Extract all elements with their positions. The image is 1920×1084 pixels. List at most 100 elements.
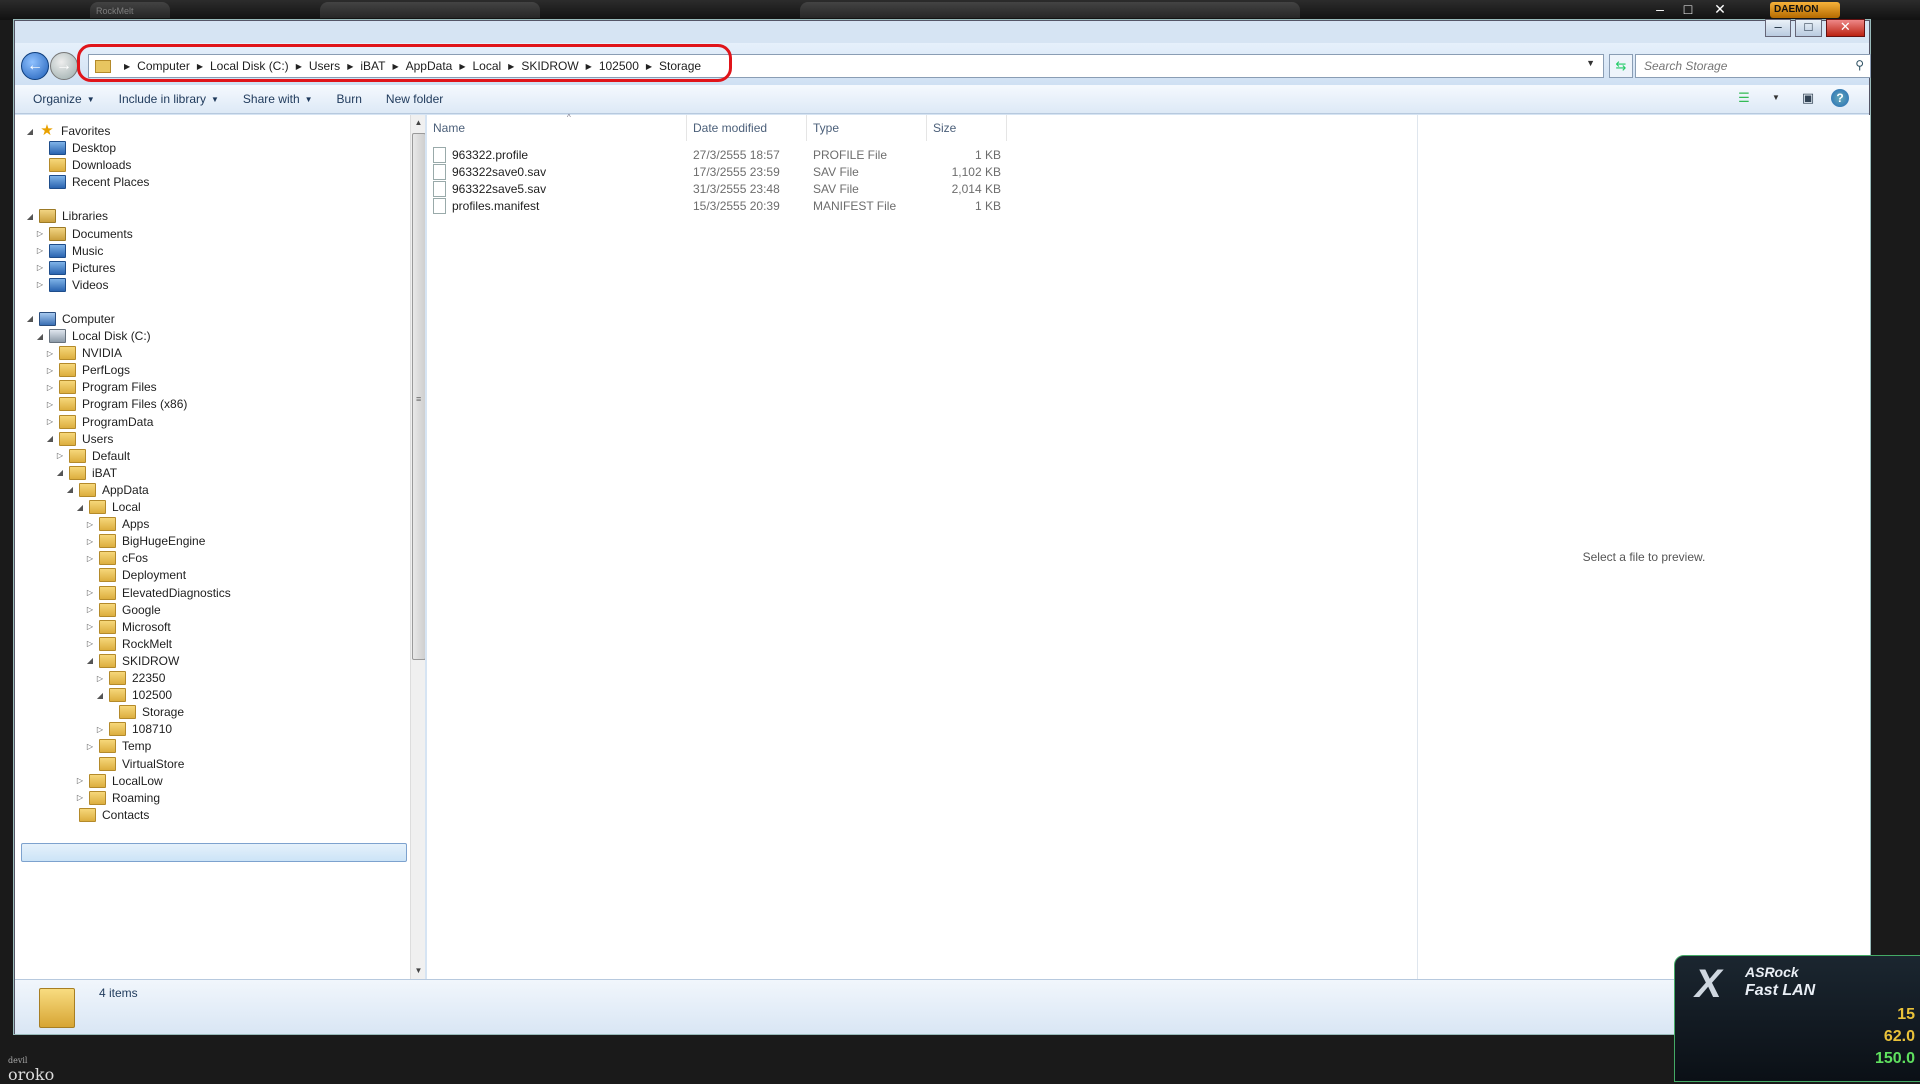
new-folder-button[interactable]: New folder [374, 92, 455, 106]
collapsed-arrow-icon[interactable]: ▷ [85, 639, 95, 648]
breadcrumb-arrow-icon[interactable]: ▶ [646, 62, 652, 71]
preview-message: Select a file to preview. [1582, 550, 1706, 564]
collapsed-arrow-icon[interactable]: ▷ [85, 537, 95, 546]
collapsed-arrow-icon[interactable]: ▷ [35, 263, 45, 272]
search-input[interactable] [1642, 55, 1846, 77]
view-dropdown-icon[interactable]: ▼ [1767, 89, 1785, 107]
expanded-arrow-icon[interactable]: ◢ [65, 485, 75, 494]
folder-icon [99, 653, 116, 668]
expanded-arrow-icon[interactable]: ◢ [75, 503, 85, 512]
breadcrumb-arrow-icon[interactable]: ▶ [296, 62, 302, 71]
collapsed-arrow-icon[interactable]: ▷ [75, 776, 85, 785]
maximize-button[interactable]: □ [1795, 19, 1822, 37]
collapsed-arrow-icon[interactable]: ▷ [45, 383, 55, 392]
expanded-arrow-icon[interactable]: ◢ [25, 127, 35, 136]
collapsed-arrow-icon[interactable]: ▷ [85, 554, 95, 563]
include-in-library-button[interactable]: Include in library ▼ [107, 92, 231, 106]
scroll-up-icon[interactable]: ▲ [411, 115, 425, 131]
organize-button[interactable]: Organize ▼ [15, 92, 107, 106]
nav-item-label: Computer [62, 311, 115, 326]
breadcrumb-arrow-icon[interactable]: ▶ [124, 62, 130, 71]
scroll-thumb[interactable]: ≡ [412, 133, 425, 660]
file-row[interactable]: profiles.manifest 15/3/2555 20:39 MANIFEST… [427, 196, 1007, 216]
breadcrumb-item[interactable]: Local Disk (C:) ▶ [210, 59, 309, 73]
collapsed-arrow-icon[interactable]: ▷ [85, 622, 95, 631]
search-icon[interactable]: ⚲ [1855, 58, 1864, 72]
refresh-button[interactable]: ⇆ [1609, 54, 1633, 78]
background-tab[interactable] [320, 2, 540, 18]
collapsed-arrow-icon[interactable]: ▷ [85, 588, 95, 597]
collapsed-arrow-icon[interactable]: ▷ [35, 280, 45, 289]
help-icon[interactable]: ? [1831, 89, 1849, 107]
nav-scrollbar[interactable]: ▲ ≡ ▼ [410, 115, 425, 979]
expanded-arrow-icon[interactable]: ◢ [35, 332, 45, 341]
expanded-arrow-icon[interactable]: ◢ [25, 314, 35, 323]
folder-icon [79, 482, 96, 497]
collapsed-arrow-icon[interactable]: ▷ [85, 520, 95, 529]
nav-item[interactable]: Recent Places [35, 172, 149, 192]
breadcrumb-arrow-icon[interactable]: ▶ [392, 62, 398, 71]
minimize-button[interactable]: – [1765, 19, 1792, 37]
folder-icon [89, 500, 106, 514]
address-bar[interactable]: ▶ Computer ▶ Local Disk (C:) ▶ Users ▶ iBAT ▶ Ap… [88, 54, 1604, 78]
scroll-down-icon[interactable]: ▼ [411, 963, 425, 979]
collapsed-arrow-icon[interactable]: ▷ [45, 349, 55, 358]
daemon-tools-badge[interactable]: DAEMON [1770, 2, 1840, 18]
folder-icon [59, 414, 76, 429]
breadcrumb-item[interactable]: Users ▶ [309, 59, 361, 73]
collapsed-arrow-icon[interactable]: ▷ [55, 451, 65, 460]
column-header-size[interactable]: Size [927, 115, 1007, 141]
breadcrumb-arrow-icon[interactable]: ▶ [508, 62, 514, 71]
change-view-icon[interactable]: ☰ [1735, 89, 1753, 107]
collapsed-arrow-icon[interactable]: ▷ [45, 417, 55, 426]
column-header-name[interactable]: Name ^ [427, 113, 687, 141]
share-with-button[interactable]: Share with ▼ [231, 92, 325, 106]
breadcrumb-item[interactable]: 102500 ▶ [599, 59, 659, 73]
nav-item-label: ProgramData [82, 414, 154, 429]
breadcrumb-arrow-icon[interactable]: ▶ [459, 62, 465, 71]
breadcrumb-item[interactable]: Local ▶ [472, 59, 521, 73]
column-type-label: Type [813, 121, 840, 135]
breadcrumb-arrow-icon[interactable]: ▶ [347, 62, 353, 71]
address-dropdown-icon[interactable]: ▼ [1586, 58, 1595, 68]
column-header-date[interactable]: Date modified [687, 115, 807, 141]
collapsed-arrow-icon[interactable]: ▷ [85, 605, 95, 614]
collapsed-arrow-icon[interactable]: ▷ [85, 742, 95, 751]
preview-pane-icon[interactable]: ▣ [1799, 89, 1817, 107]
breadcrumb-item[interactable]: AppData ▶ [406, 59, 473, 73]
collapsed-arrow-icon[interactable]: ▷ [35, 229, 45, 238]
background-tab[interactable] [800, 2, 1300, 18]
forward-button[interactable]: → [50, 52, 78, 80]
collapsed-arrow-icon[interactable]: ▷ [45, 400, 55, 409]
expanded-arrow-icon[interactable]: ◢ [55, 468, 65, 477]
expanded-arrow-icon[interactable]: ◢ [85, 656, 95, 665]
collapsed-arrow-icon[interactable]: ▷ [35, 246, 45, 255]
breadcrumb-item[interactable]: iBAT ▶ [360, 59, 405, 73]
breadcrumb-arrow-icon[interactable]: ▶ [197, 62, 203, 71]
collapsed-arrow-icon[interactable]: ▷ [95, 725, 105, 734]
file-date-text: 27/3/2555 18:57 [693, 148, 780, 162]
background-tab[interactable]: RockMelt [90, 2, 170, 18]
collapsed-arrow-icon[interactable]: ▷ [75, 793, 85, 802]
column-header-type[interactable]: Type [807, 115, 927, 141]
collapsed-arrow-icon[interactable]: ▷ [45, 366, 55, 375]
expanded-arrow-icon[interactable]: ◢ [25, 212, 35, 221]
breadcrumb-item[interactable]: SKIDROW ▶ [521, 59, 599, 73]
asrock-readout: 62.0 [1883, 1028, 1915, 1045]
folder-icon [59, 346, 76, 361]
nav-item[interactable]: Contacts [65, 805, 149, 825]
nav-item-label: Local Disk (C:) [72, 329, 151, 343]
collapsed-arrow-icon[interactable]: ▷ [95, 674, 105, 683]
outer-close-icon[interactable]: ✕ [1700, 0, 1740, 18]
burn-button[interactable]: Burn [325, 92, 374, 106]
expanded-arrow-icon[interactable]: ◢ [45, 434, 55, 443]
asrock-xfast-lan-widget[interactable]: X ASRock Fast LAN 15 62.0 150.0 [1674, 955, 1920, 1082]
file-size: 1 KB [927, 196, 1001, 216]
expanded-arrow-icon[interactable]: ◢ [95, 691, 105, 700]
back-button[interactable]: ← [21, 52, 49, 80]
nav-item[interactable]: ▷ Videos [35, 275, 108, 295]
close-button[interactable]: ✕ [1825, 19, 1865, 37]
breadcrumb-item[interactable]: Computer ▶ [137, 59, 210, 73]
breadcrumb-arrow-icon[interactable]: ▶ [586, 62, 592, 71]
breadcrumb-item[interactable]: Storage [659, 59, 701, 73]
